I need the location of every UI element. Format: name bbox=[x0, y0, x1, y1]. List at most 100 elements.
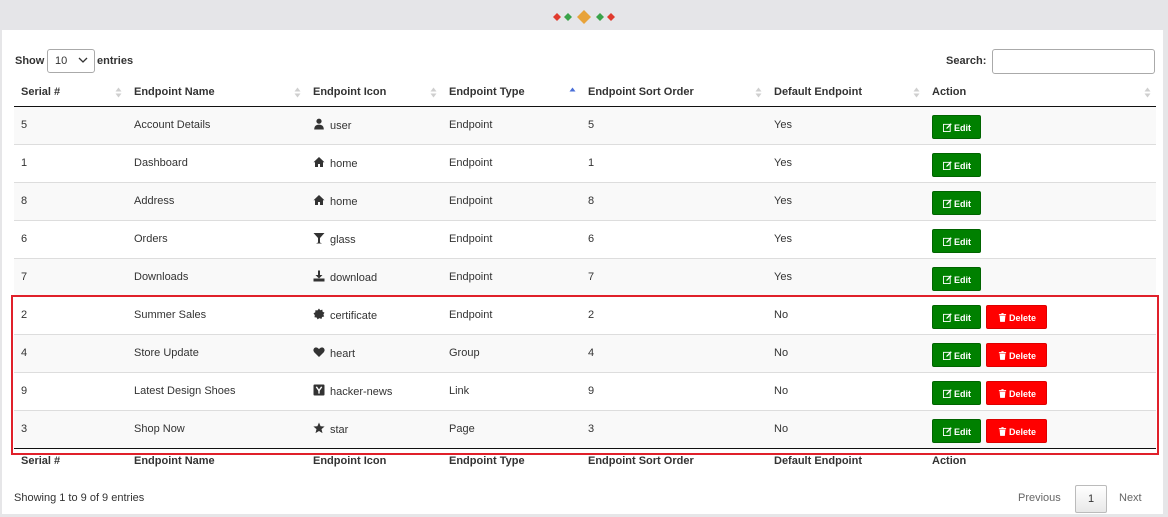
edit-label: Edit bbox=[954, 160, 971, 171]
edit-button[interactable]: Edit bbox=[932, 342, 981, 367]
delete-button[interactable]: Delete bbox=[986, 342, 1047, 367]
serial-cell: 5 bbox=[14, 106, 127, 144]
column-header-endpoint-name[interactable]: Endpoint Name bbox=[127, 78, 306, 107]
endpoint-name-cell: Address bbox=[127, 181, 306, 220]
page-length-value: 10 bbox=[55, 55, 68, 67]
column-footer-default-endpoint: Default Endpoint bbox=[767, 447, 925, 474]
edit-icon bbox=[943, 426, 952, 436]
action-cell: Edit bbox=[925, 181, 1156, 220]
column-footer-endpoint-sort-order: Endpoint Sort Order bbox=[581, 447, 767, 474]
column-header-label: Endpoint Name bbox=[134, 85, 215, 98]
endpoint-name-cell: Latest Design Shoes bbox=[127, 371, 306, 410]
sort-both-icon bbox=[115, 87, 122, 98]
icon-name: download bbox=[330, 272, 378, 284]
download-icon bbox=[313, 270, 325, 282]
sort-order-cell: 8 bbox=[581, 181, 767, 220]
action-cell: Edit bbox=[925, 143, 1156, 182]
edit-label: Edit bbox=[954, 236, 971, 247]
endpoint-icon-cell: download bbox=[306, 257, 442, 296]
column-header-action[interactable]: Action bbox=[925, 78, 1156, 107]
edit-button[interactable]: Edit bbox=[932, 266, 981, 291]
serial-cell: 1 bbox=[14, 143, 127, 182]
endpoint-type-cell: Endpoint bbox=[442, 295, 581, 334]
next-page-button[interactable]: Next bbox=[1119, 492, 1142, 504]
column-header-endpoint-sort-order[interactable]: Endpoint Sort Order bbox=[581, 78, 767, 107]
sort-order-cell: 9 bbox=[581, 371, 767, 410]
edit-button[interactable]: Edit bbox=[932, 228, 981, 253]
table-row: 4 Store Update heart Group 4 No Edit Delete bbox=[14, 333, 1156, 372]
icon-name: certificate bbox=[330, 310, 378, 322]
trash-icon bbox=[998, 388, 1007, 398]
column-footer-endpoint-type: Endpoint Type bbox=[442, 447, 581, 474]
column-footer-endpoint-icon: Endpoint Icon bbox=[306, 447, 442, 474]
column-header-serial[interactable]: Serial # bbox=[14, 78, 127, 107]
default-endpoint-cell: Yes bbox=[767, 219, 925, 258]
icon-name: home bbox=[330, 196, 358, 208]
edit-button[interactable]: Edit bbox=[932, 190, 981, 215]
endpoint-type-cell: Endpoint bbox=[442, 257, 581, 296]
table-row: 9 Latest Design Shoes hacker-news Link 9 No Ed… bbox=[14, 371, 1156, 410]
icon-name: hacker-news bbox=[330, 386, 393, 398]
entries-label: entries bbox=[97, 55, 134, 67]
edit-button[interactable]: Edit bbox=[932, 114, 981, 139]
edit-icon bbox=[943, 236, 952, 246]
edit-button[interactable]: Edit bbox=[932, 380, 981, 405]
delete-button[interactable]: Delete bbox=[986, 418, 1047, 443]
column-header-endpoint-icon[interactable]: Endpoint Icon bbox=[306, 78, 442, 107]
table-row: 7 Downloads download Endpoint 7 Yes Edit bbox=[14, 257, 1156, 296]
edit-icon bbox=[943, 122, 952, 132]
endpoint-name-cell: Dashboard bbox=[127, 143, 306, 182]
column-header-label: Action bbox=[932, 85, 967, 98]
default-endpoint-cell: Yes bbox=[767, 106, 925, 144]
column-header-label: Endpoint Icon bbox=[313, 85, 387, 98]
column-header-label: Serial # bbox=[21, 85, 61, 98]
action-cell: Edit Delete bbox=[925, 371, 1156, 410]
table-row: 5 Account Details user Endpoint 5 Yes Edit bbox=[14, 106, 1156, 144]
edit-button[interactable]: Edit bbox=[932, 418, 981, 443]
delete-button[interactable]: Delete bbox=[986, 380, 1047, 405]
table-info: Showing 1 to 9 of 9 entries bbox=[14, 492, 145, 504]
endpoint-name-cell: Summer Sales bbox=[127, 295, 306, 334]
edit-label: Edit bbox=[954, 274, 971, 285]
action-cell: Edit bbox=[925, 219, 1156, 258]
edit-label: Edit bbox=[954, 122, 971, 133]
home-icon bbox=[313, 194, 325, 205]
sort-both-icon bbox=[294, 87, 301, 98]
sort-ascending-icon bbox=[569, 87, 576, 92]
table-body: 5 Account Details user Endpoint 5 Yes Edit 1 Das… bbox=[14, 106, 1156, 448]
column-header-default-endpoint[interactable]: Default Endpoint bbox=[767, 78, 925, 107]
column-header-endpoint-type[interactable]: Endpoint Type bbox=[442, 78, 581, 107]
endpoint-icon-cell: heart bbox=[306, 333, 442, 372]
previous-page-button[interactable]: Previous bbox=[1018, 492, 1061, 504]
page-1-button[interactable]: 1 bbox=[1075, 485, 1107, 513]
sort-order-cell: 3 bbox=[581, 409, 767, 448]
delete-button[interactable]: Delete bbox=[986, 304, 1047, 329]
endpoint-type-cell: Link bbox=[442, 371, 581, 410]
trash-icon bbox=[998, 350, 1007, 360]
column-footer-endpoint-name: Endpoint Name bbox=[127, 447, 306, 474]
chevron-down-icon bbox=[78, 57, 88, 63]
endpoint-type-cell: Endpoint bbox=[442, 143, 581, 182]
page-length-select[interactable]: 10 bbox=[47, 49, 95, 73]
hacker-news-icon bbox=[313, 384, 325, 396]
endpoint-icon-cell: user bbox=[306, 106, 442, 144]
edit-label: Edit bbox=[954, 198, 971, 209]
sort-order-cell: 1 bbox=[581, 143, 767, 182]
edit-label: Edit bbox=[954, 426, 971, 437]
sort-order-cell: 2 bbox=[581, 295, 767, 334]
sort-both-icon bbox=[755, 87, 762, 98]
endpoint-icon-cell: hacker-news bbox=[306, 371, 442, 410]
sort-both-icon bbox=[913, 87, 920, 98]
icon-name: star bbox=[330, 424, 349, 436]
edit-icon bbox=[943, 388, 952, 398]
edit-button[interactable]: Edit bbox=[932, 304, 981, 329]
sort-both-icon bbox=[430, 87, 437, 98]
endpoint-type-cell: Group bbox=[442, 333, 581, 372]
icon-name: user bbox=[330, 120, 352, 132]
star-icon bbox=[313, 422, 325, 434]
edit-icon bbox=[943, 274, 952, 284]
edit-button[interactable]: Edit bbox=[932, 152, 981, 177]
icon-name: heart bbox=[330, 348, 356, 360]
serial-cell: 9 bbox=[14, 371, 127, 410]
search-input[interactable] bbox=[992, 49, 1155, 74]
